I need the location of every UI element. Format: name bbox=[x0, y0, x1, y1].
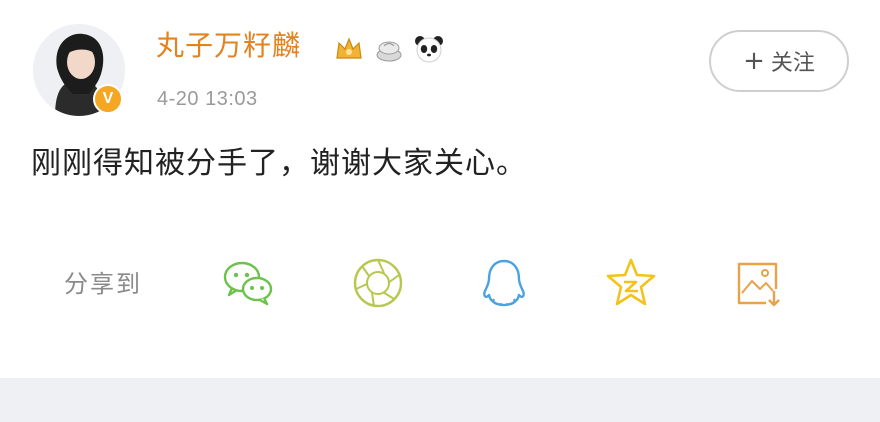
username[interactable]: 丸子万籽麟 bbox=[156, 28, 301, 64]
qzone-icon[interactable] bbox=[603, 255, 659, 311]
qq-icon[interactable] bbox=[476, 255, 532, 311]
user-badges bbox=[332, 32, 446, 66]
post-timestamp: 4-20 13:03 bbox=[157, 88, 258, 110]
crown-badge-icon[interactable] bbox=[332, 32, 366, 66]
verified-badge: V bbox=[93, 84, 123, 114]
wechat-icon[interactable] bbox=[220, 255, 276, 311]
weibo-post-card: V 丸子万籽麟 4-20 13:03 + 关注 刚刚得知被分手了，谢谢大家关心。… bbox=[0, 0, 880, 378]
cake-badge-icon[interactable] bbox=[372, 32, 406, 66]
post-content: 刚刚得知被分手了，谢谢大家关心。 bbox=[31, 146, 527, 181]
share-label: 分享到 bbox=[64, 270, 142, 298]
follow-button-label: 关注 bbox=[770, 51, 815, 76]
moments-icon[interactable] bbox=[350, 255, 406, 311]
save-image-icon[interactable] bbox=[730, 255, 786, 311]
panda-badge-icon[interactable] bbox=[412, 32, 446, 66]
plus-icon: + bbox=[743, 46, 765, 76]
footer-divider bbox=[0, 378, 880, 422]
follow-button[interactable]: + 关注 bbox=[709, 30, 849, 92]
